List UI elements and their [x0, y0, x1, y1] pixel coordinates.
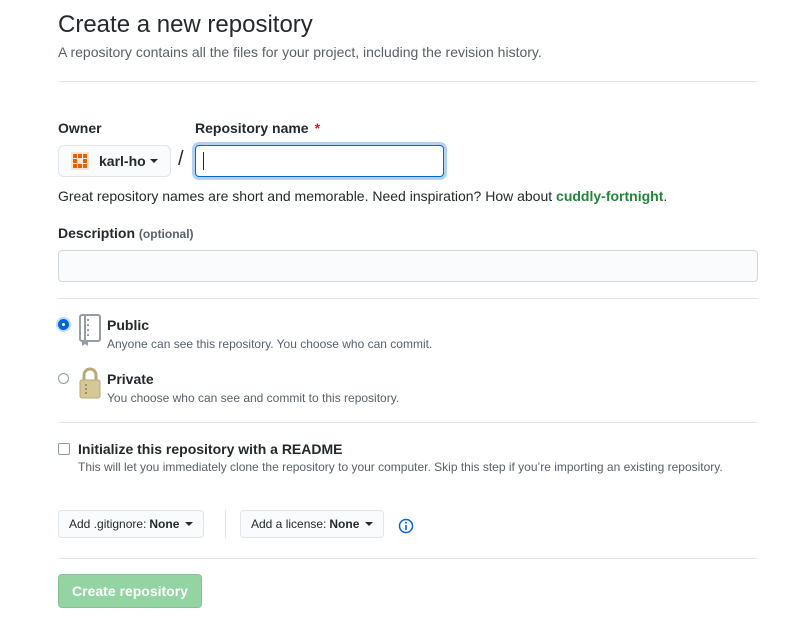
repo-book-icon: [77, 313, 103, 347]
header-divider: [58, 81, 758, 82]
create-repository-button[interactable]: Create repository: [58, 574, 202, 608]
public-title: Public: [107, 317, 150, 333]
private-radio[interactable]: [58, 373, 69, 384]
description-divider: [58, 298, 758, 299]
description-input[interactable]: [58, 250, 758, 282]
repo-name-label: Repository name *: [195, 120, 320, 136]
license-value: None: [329, 517, 360, 531]
gitignore-dropdown[interactable]: Add .gitignore: None: [58, 510, 205, 538]
readme-title: Initialize this repository with a README: [78, 441, 343, 457]
optional-tag: (optional): [138, 227, 194, 241]
public-description: Anyone can see this repository. You choo…: [107, 337, 433, 351]
lock-icon: [77, 366, 103, 400]
page-subtitle: A repository contains all the files for …: [58, 44, 542, 60]
owner-name: karl-ho: [99, 153, 146, 169]
gitignore-value: None: [149, 517, 180, 531]
caret-down-icon: [149, 159, 158, 163]
description-label-text: Description: [58, 225, 136, 241]
description-label: Description (optional): [58, 225, 194, 241]
owner-label: Owner: [58, 120, 102, 136]
public-radio[interactable]: [58, 319, 69, 330]
suggested-name-link[interactable]: cuddly-fortnight: [556, 188, 663, 204]
page-title: Create a new repository: [58, 11, 313, 38]
footer-divider: [58, 558, 758, 559]
hint-end: .: [663, 188, 668, 204]
repo-name-label-text: Repository name: [195, 120, 309, 136]
text-cursor: [203, 152, 204, 170]
visibility-divider: [58, 422, 758, 423]
private-title: Private: [107, 371, 154, 387]
repo-name-input[interactable]: [195, 145, 444, 177]
license-label: Add a license:: [251, 517, 327, 531]
caret-down-icon: [185, 522, 194, 526]
owner-dropdown[interactable]: karl-ho: [58, 145, 171, 177]
required-mark: *: [314, 120, 321, 136]
hint-text: Great repository names are short and mem…: [58, 188, 557, 204]
private-description: You choose who can see and commit to thi…: [107, 391, 400, 405]
readme-checkbox[interactable]: [58, 443, 70, 455]
gitignore-label: Add .gitignore:: [69, 517, 147, 531]
repo-name-hint: Great repository names are short and mem…: [58, 188, 667, 204]
license-dropdown[interactable]: Add a license: None: [240, 510, 385, 538]
info-icon[interactable]: [398, 518, 414, 534]
owner-repo-separator: /: [178, 148, 184, 170]
identicon-avatar-icon: [71, 152, 89, 170]
readme-description: This will let you immediately clone the …: [78, 460, 723, 474]
caret-down-icon: [365, 522, 374, 526]
dropdown-separator: [225, 510, 226, 538]
